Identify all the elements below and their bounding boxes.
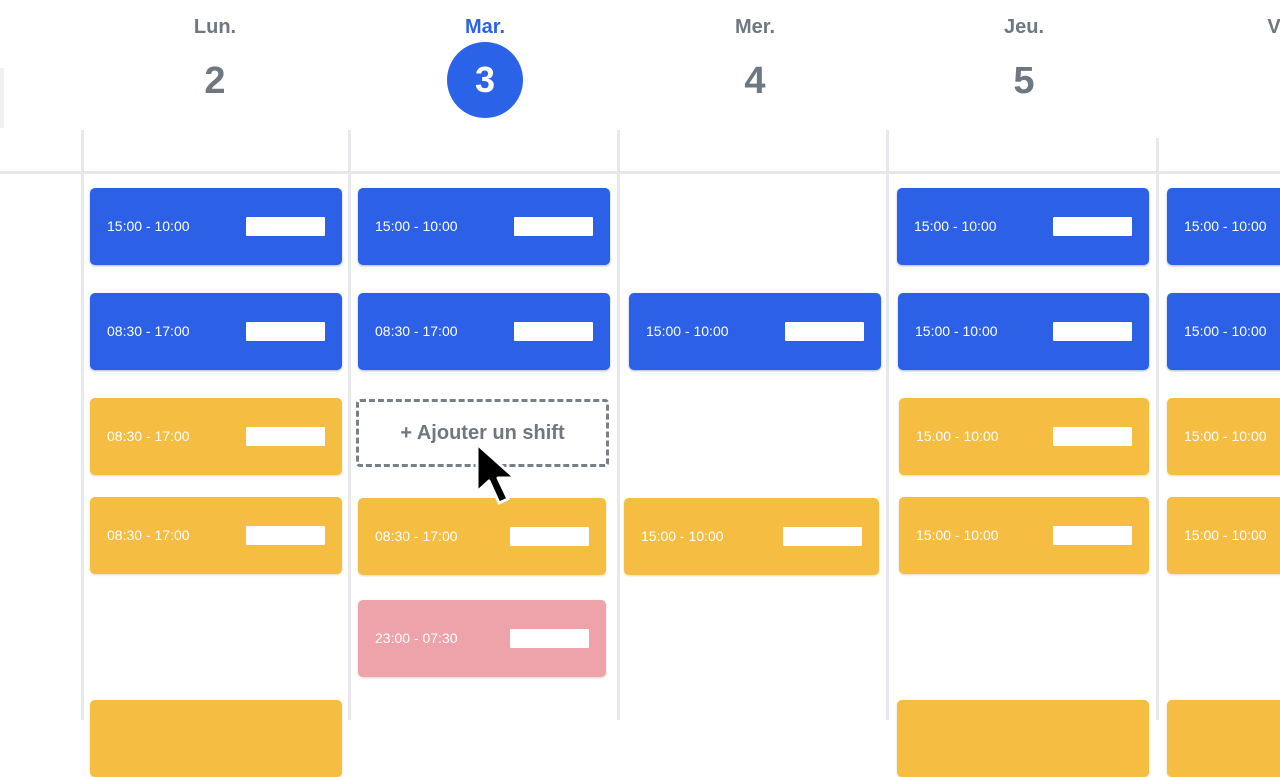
shift-label-placeholder <box>1053 526 1132 545</box>
shift-time: 15:00 - 10:00 <box>646 323 729 339</box>
shift-time: 15:00 - 10:00 <box>1184 428 1267 444</box>
arrow-cursor-icon <box>475 442 517 505</box>
shift-label-placeholder <box>246 427 325 446</box>
shift-card[interactable]: 15:00 - 10:00 <box>1167 398 1280 475</box>
shift-card[interactable]: 15:00 - 10:00 <box>629 293 881 370</box>
shift-label-placeholder <box>1053 217 1132 236</box>
shift-time: 15:00 - 10:00 <box>1184 323 1267 339</box>
shift-card[interactable] <box>90 700 342 777</box>
shift-label-placeholder <box>246 217 325 236</box>
day-header-ven[interactable]: V <box>1194 0 1280 130</box>
shift-card[interactable]: 15:00 - 10:00 <box>358 188 610 265</box>
header-divider <box>0 171 1280 174</box>
shift-label-placeholder <box>1053 322 1132 341</box>
shift-label-placeholder <box>246 322 325 341</box>
shift-time: 15:00 - 10:00 <box>375 218 458 234</box>
shift-label-placeholder <box>510 527 589 546</box>
shift-label-placeholder <box>514 322 593 341</box>
column-divider <box>1156 138 1159 720</box>
shift-time: 23:00 - 07:30 <box>375 630 458 646</box>
shift-card[interactable]: 08:30 - 17:00 <box>90 293 342 370</box>
day-number: 5 <box>1013 60 1035 102</box>
shift-time: 08:30 - 17:00 <box>375 528 458 544</box>
shift-card[interactable]: 15:00 - 10:00 <box>90 188 342 265</box>
day-name: Lun. <box>193 16 237 38</box>
left-edge-divider <box>0 68 4 128</box>
shift-card[interactable]: 08:30 - 17:00 <box>90 398 342 475</box>
day-name: V <box>1267 16 1280 38</box>
shift-card[interactable]: 15:00 - 10:00 <box>897 188 1149 265</box>
column-divider <box>886 130 889 720</box>
shift-card[interactable]: 08:30 - 17:00 <box>90 497 342 574</box>
shift-time: 15:00 - 10:00 <box>1184 527 1267 543</box>
shift-time: 15:00 - 10:00 <box>916 428 999 444</box>
shift-time: 08:30 - 17:00 <box>107 323 190 339</box>
shift-label-placeholder <box>514 217 593 236</box>
shift-time: 15:00 - 10:00 <box>914 218 997 234</box>
day-number: 2 <box>204 60 226 102</box>
shift-label-placeholder <box>783 527 862 546</box>
shift-label-placeholder <box>510 629 589 648</box>
shift-label-placeholder <box>785 322 864 341</box>
day-header-lun[interactable]: Lun. 2 <box>135 0 295 130</box>
shift-card[interactable]: 15:00 - 10:00 <box>1167 293 1280 370</box>
shift-card[interactable]: 15:00 - 10:00 <box>899 497 1149 574</box>
column-divider <box>81 130 84 720</box>
shift-card[interactable]: 15:00 - 10:00 <box>899 398 1149 475</box>
day-number: 4 <box>744 60 766 102</box>
shift-time: 15:00 - 10:00 <box>641 528 724 544</box>
day-name: Jeu. <box>1003 16 1045 38</box>
shift-time: 15:00 - 10:00 <box>1184 218 1267 234</box>
shift-time: 08:30 - 17:00 <box>107 428 190 444</box>
column-divider <box>617 130 620 720</box>
shift-card[interactable]: 15:00 - 10:00 <box>1167 497 1280 574</box>
shift-card[interactable]: 15:00 - 10:00 <box>898 293 1149 370</box>
shift-label-placeholder <box>1053 427 1132 446</box>
shift-card[interactable] <box>897 700 1149 777</box>
shift-card[interactable]: 15:00 - 10:00 <box>1167 188 1280 265</box>
today-number-badge: 3 <box>447 42 523 118</box>
shift-time: 15:00 - 10:00 <box>916 527 999 543</box>
shift-time: 15:00 - 10:00 <box>107 218 190 234</box>
shift-time: 08:30 - 17:00 <box>107 527 190 543</box>
day-header-mar[interactable]: Mar. 3 <box>405 0 565 130</box>
shift-time: 08:30 - 17:00 <box>375 323 458 339</box>
column-divider <box>348 130 351 720</box>
day-name: Mar. <box>464 16 506 38</box>
day-header-jeu[interactable]: Jeu. 5 <box>944 0 1104 130</box>
shift-label-placeholder <box>246 526 325 545</box>
shift-card[interactable]: 23:00 - 07:30 <box>358 600 606 677</box>
day-header-mer[interactable]: Mer. 4 <box>675 0 835 130</box>
shift-card[interactable]: 08:30 - 17:00 <box>358 293 610 370</box>
shift-card[interactable] <box>1167 700 1280 777</box>
shift-card[interactable]: 15:00 - 10:00 <box>624 498 879 575</box>
shift-time: 15:00 - 10:00 <box>915 323 998 339</box>
day-name: Mer. <box>734 16 776 38</box>
